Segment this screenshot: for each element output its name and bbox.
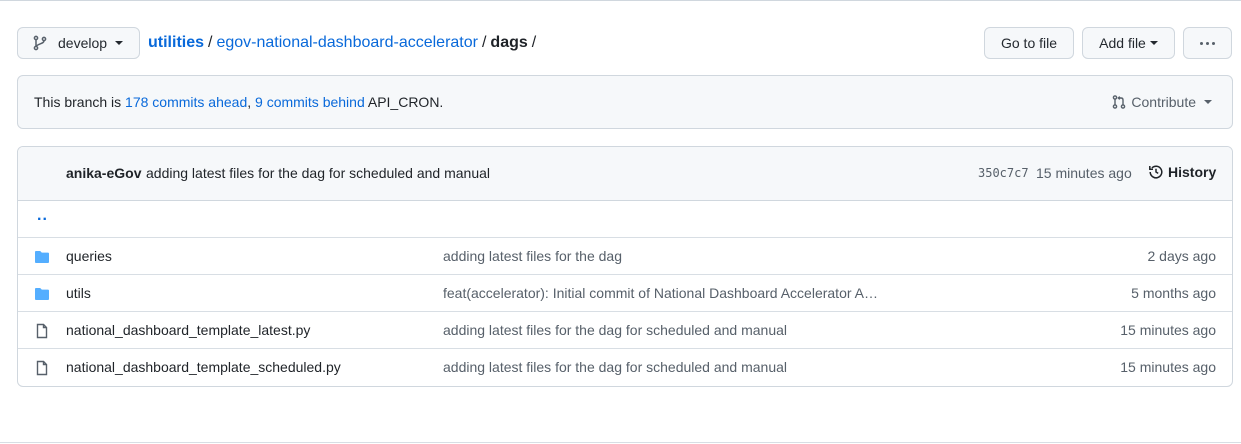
commits-ahead-link[interactable]: 178 commits ahead: [125, 94, 247, 110]
contribute-dropdown[interactable]: Contribute: [1111, 94, 1212, 110]
contribute-label: Contribute: [1131, 94, 1196, 110]
parent-directory-row[interactable]: ..: [18, 201, 1232, 238]
file-commit-message[interactable]: adding latest files for the dag for sche…: [443, 322, 787, 338]
file-name[interactable]: utils: [66, 285, 91, 301]
breadcrumb-separator: /: [481, 34, 487, 51]
file-name[interactable]: national_dashboard_template_scheduled.py: [66, 359, 341, 375]
branch-selector-button[interactable]: develop: [17, 27, 140, 59]
chevron-down-icon: [1204, 100, 1212, 104]
chevron-down-icon: [1149, 41, 1158, 45]
breadcrumb-repo-link[interactable]: egov-national-dashboard-accelerator: [216, 34, 478, 51]
file-name[interactable]: national_dashboard_template_latest.py: [66, 322, 310, 338]
file-row[interactable]: national_dashboard_template_latest.py ad…: [18, 312, 1232, 349]
file-age: 15 minutes ago: [1120, 322, 1216, 338]
breadcrumb-separator: /: [531, 34, 537, 51]
breadcrumb-separator: /: [208, 34, 213, 51]
breadcrumb-current: dags: [490, 34, 528, 51]
commit-message[interactable]: adding latest files for the dag for sche…: [146, 165, 490, 181]
commit-sha[interactable]: 350c7c7: [978, 166, 1029, 180]
kebab-horizontal-icon: [1200, 41, 1215, 45]
git-pull-request-icon: [1113, 95, 1126, 109]
breadcrumb: utilities / egov-national-dashboard-accele…: [148, 33, 540, 53]
go-to-file-label: Go to file: [1000, 35, 1058, 51]
branch-status-banner: This branch is 178 commits ahead, 9 comm…: [17, 75, 1233, 129]
file-age: 2 days ago: [1147, 248, 1217, 264]
file-commit-message[interactable]: adding latest files for the dag: [443, 248, 622, 264]
commits-behind-link[interactable]: 9 commits behind: [255, 94, 365, 110]
commit-time: 15 minutes ago: [1036, 165, 1132, 181]
file-name[interactable]: queries: [66, 248, 112, 264]
folder-icon: [35, 288, 49, 300]
file-row[interactable]: utils feat(accelerator): Initial commit …: [18, 275, 1232, 312]
branch-name: develop: [58, 35, 108, 51]
breadcrumb-root-link[interactable]: utilities: [148, 34, 204, 51]
branch-status-comma: ,: [247, 94, 256, 110]
file-list: anika-eGov adding latest files for the d…: [17, 146, 1233, 387]
folder-icon: [35, 251, 49, 263]
history-icon: [1149, 165, 1163, 179]
top-divider: [0, 0, 1241, 1]
history-label: History: [1168, 164, 1217, 180]
file-age: 15 minutes ago: [1120, 359, 1216, 375]
latest-commit-bar: anika-eGov adding latest files for the d…: [18, 147, 1232, 201]
chevron-down-icon: [115, 41, 124, 45]
history-link[interactable]: History: [1148, 164, 1216, 180]
branch-status-prefix: This branch is: [34, 94, 126, 110]
file-age: 5 months ago: [1131, 285, 1216, 301]
file-icon: [36, 360, 48, 376]
parent-directory-link[interactable]: ..: [37, 207, 48, 225]
go-to-file-button[interactable]: Go to file: [984, 27, 1074, 59]
file-commit-message[interactable]: feat(accelerator): Initial commit of Nat…: [443, 285, 878, 301]
file-row[interactable]: queries adding latest files for the dag …: [18, 238, 1232, 275]
branch-status-target: API_CRON.: [364, 94, 444, 110]
add-file-label: Add file: [1099, 35, 1146, 51]
bottom-divider: [0, 442, 1241, 443]
file-icon: [36, 323, 48, 339]
file-commit-message[interactable]: adding latest files for the dag for sche…: [443, 359, 787, 375]
commit-author[interactable]: anika-eGov: [66, 165, 141, 181]
file-row[interactable]: national_dashboard_template_scheduled.py…: [18, 349, 1232, 386]
more-options-button[interactable]: [1183, 27, 1232, 59]
git-branch-icon: [33, 35, 47, 51]
add-file-button[interactable]: Add file: [1082, 27, 1175, 59]
